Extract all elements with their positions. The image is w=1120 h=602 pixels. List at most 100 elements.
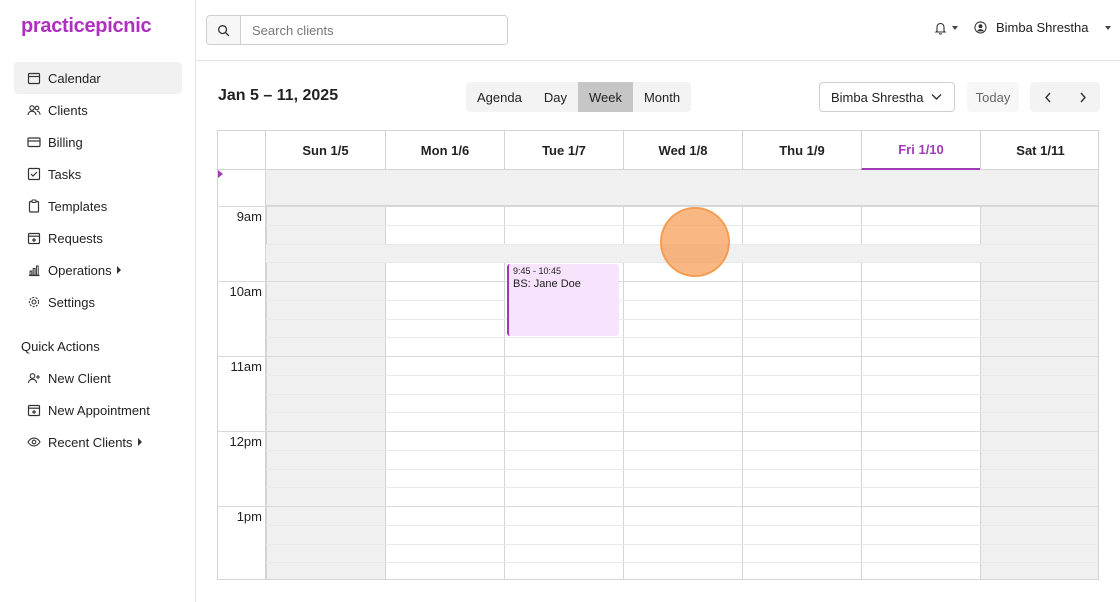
quick-actions-nav: New Client New Appointment Recent Client… bbox=[14, 362, 182, 458]
chevron-left-icon bbox=[1044, 92, 1051, 102]
user-name: Bimba Shrestha bbox=[996, 20, 1089, 35]
calendar-plus-icon bbox=[27, 232, 41, 245]
eye-icon bbox=[27, 437, 41, 447]
all-day-row[interactable] bbox=[266, 170, 1098, 206]
day-header-sat[interactable]: Sat 1/11 bbox=[980, 131, 1098, 170]
calendar-plus-icon bbox=[27, 404, 41, 417]
credit-card-icon bbox=[27, 137, 41, 148]
user-plus-icon bbox=[27, 373, 40, 384]
time-label-10am: 10am bbox=[229, 284, 262, 299]
chevron-down-icon bbox=[952, 26, 958, 30]
current-time-marker bbox=[218, 170, 223, 178]
next-week-button[interactable] bbox=[1065, 82, 1100, 112]
gutter-hour-line bbox=[218, 281, 266, 282]
sidebar-item-requests[interactable]: Requests bbox=[14, 222, 182, 254]
calendar-icon bbox=[27, 72, 41, 85]
quick-action-new-appointment[interactable]: New Appointment bbox=[14, 394, 182, 426]
sidebar-item-tasks[interactable]: Tasks bbox=[14, 158, 182, 190]
day-header-wed[interactable]: Wed 1/8 bbox=[623, 131, 742, 170]
quick-action-label: Recent Clients bbox=[48, 434, 133, 450]
sidebar-item-templates[interactable]: Templates bbox=[14, 190, 182, 222]
notifications-button[interactable] bbox=[934, 21, 958, 35]
time-slot-line bbox=[266, 562, 1098, 563]
checkbox-icon bbox=[27, 167, 41, 181]
sidebar-item-label: Tasks bbox=[48, 166, 82, 182]
time-label-1pm: 1pm bbox=[236, 509, 262, 524]
time-slot-line bbox=[266, 356, 1098, 357]
week-pager bbox=[1030, 82, 1100, 112]
appointment-event[interactable]: 9:45 - 10:45 BS: Jane Doe bbox=[507, 264, 619, 336]
day-header-sun[interactable]: Sun 1/5 bbox=[266, 131, 385, 170]
time-slot-line bbox=[266, 450, 1098, 451]
click-indicator bbox=[660, 207, 730, 277]
time-slot-line bbox=[266, 300, 1098, 301]
time-slot-line bbox=[266, 525, 1098, 526]
caret-right-icon bbox=[116, 266, 121, 274]
time-slot-line bbox=[266, 412, 1098, 413]
day-header-mon[interactable]: Mon 1/6 bbox=[385, 131, 504, 170]
quick-actions-title: Quick Actions bbox=[21, 339, 100, 354]
today-button[interactable]: Today bbox=[967, 82, 1019, 112]
view-agenda-button[interactable]: Agenda bbox=[466, 82, 533, 112]
day-header-fri-today[interactable]: Fri 1/10 bbox=[861, 131, 980, 170]
quick-action-label: New Client bbox=[48, 370, 111, 386]
time-label-9am: 9am bbox=[236, 209, 262, 224]
view-day-button[interactable]: Day bbox=[533, 82, 578, 112]
sidebar-item-clients[interactable]: Clients bbox=[14, 94, 182, 126]
day-header-tue[interactable]: Tue 1/7 bbox=[504, 131, 623, 170]
sidebar-item-label: Requests bbox=[48, 230, 103, 246]
time-label-12pm: 12pm bbox=[229, 434, 262, 449]
app-logo[interactable]: practicepicnic bbox=[21, 15, 152, 38]
search-icon bbox=[218, 24, 230, 36]
sidebar-item-label: Templates bbox=[48, 198, 108, 214]
view-switcher: Agenda Day Week Month bbox=[466, 82, 692, 112]
time-slot-line bbox=[266, 375, 1098, 376]
sidebar-item-label: Calendar bbox=[48, 70, 101, 86]
user-circle-icon bbox=[974, 21, 987, 34]
time-slot-line bbox=[266, 319, 1098, 320]
date-range-title: Jan 5 – 11, 2025 bbox=[218, 87, 339, 104]
time-slot-line bbox=[266, 506, 1098, 507]
provider-select-value: Bimba Shrestha bbox=[831, 89, 924, 105]
time-slot-line bbox=[266, 469, 1098, 470]
main-nav: Calendar Clients Billing Tasks Templates… bbox=[14, 62, 182, 318]
time-slot-line bbox=[266, 281, 1098, 282]
chevron-down-icon bbox=[1104, 25, 1111, 30]
sidebar-item-label: Clients bbox=[48, 102, 88, 118]
quick-action-recent-clients[interactable]: Recent Clients bbox=[14, 426, 182, 458]
gutter-hour-line bbox=[218, 206, 266, 207]
day-header-thu[interactable]: Thu 1/9 bbox=[742, 131, 861, 170]
sidebar-item-billing[interactable]: Billing bbox=[14, 126, 182, 158]
clipboard-icon bbox=[28, 199, 40, 213]
quick-action-new-client[interactable]: New Client bbox=[14, 362, 182, 394]
time-slot-line bbox=[266, 487, 1098, 488]
bell-icon bbox=[934, 22, 947, 35]
view-month-button[interactable]: Month bbox=[633, 82, 691, 112]
event-title: BS: Jane Doe bbox=[513, 278, 581, 290]
search-button[interactable] bbox=[207, 16, 241, 44]
sidebar-item-operations[interactable]: Operations bbox=[14, 254, 182, 286]
gear-icon bbox=[28, 296, 40, 308]
time-slot-line bbox=[266, 394, 1098, 395]
sidebar-item-settings[interactable]: Settings bbox=[14, 286, 182, 318]
chevron-right-icon bbox=[1079, 92, 1086, 102]
previous-week-button[interactable] bbox=[1030, 82, 1065, 112]
time-slot-line bbox=[266, 544, 1098, 545]
quick-action-label: New Appointment bbox=[48, 402, 150, 418]
provider-select[interactable]: Bimba Shrestha bbox=[819, 82, 955, 112]
topbar: Bimba Shrestha bbox=[196, 0, 1120, 61]
search-box bbox=[206, 15, 508, 45]
gutter-hour-line bbox=[218, 356, 266, 357]
time-slot-line bbox=[266, 431, 1098, 432]
gutter-hour-line bbox=[218, 506, 266, 507]
view-week-button[interactable]: Week bbox=[577, 82, 633, 112]
search-input[interactable] bbox=[241, 16, 507, 44]
user-menu[interactable]: Bimba Shrestha bbox=[974, 20, 1118, 35]
gutter-hour-line bbox=[218, 431, 266, 432]
event-time: 9:45 - 10:45 bbox=[513, 266, 562, 276]
sidebar-item-calendar[interactable]: Calendar bbox=[14, 62, 182, 94]
sidebar-item-label: Billing bbox=[48, 134, 83, 150]
app-root: practicepicnic Calendar Clients Billing … bbox=[0, 0, 1120, 602]
week-calendar: Sun 1/5 Mon 1/6 Tue 1/7 Wed 1/8 Thu 1/9 … bbox=[217, 130, 1099, 580]
users-icon bbox=[27, 105, 41, 116]
